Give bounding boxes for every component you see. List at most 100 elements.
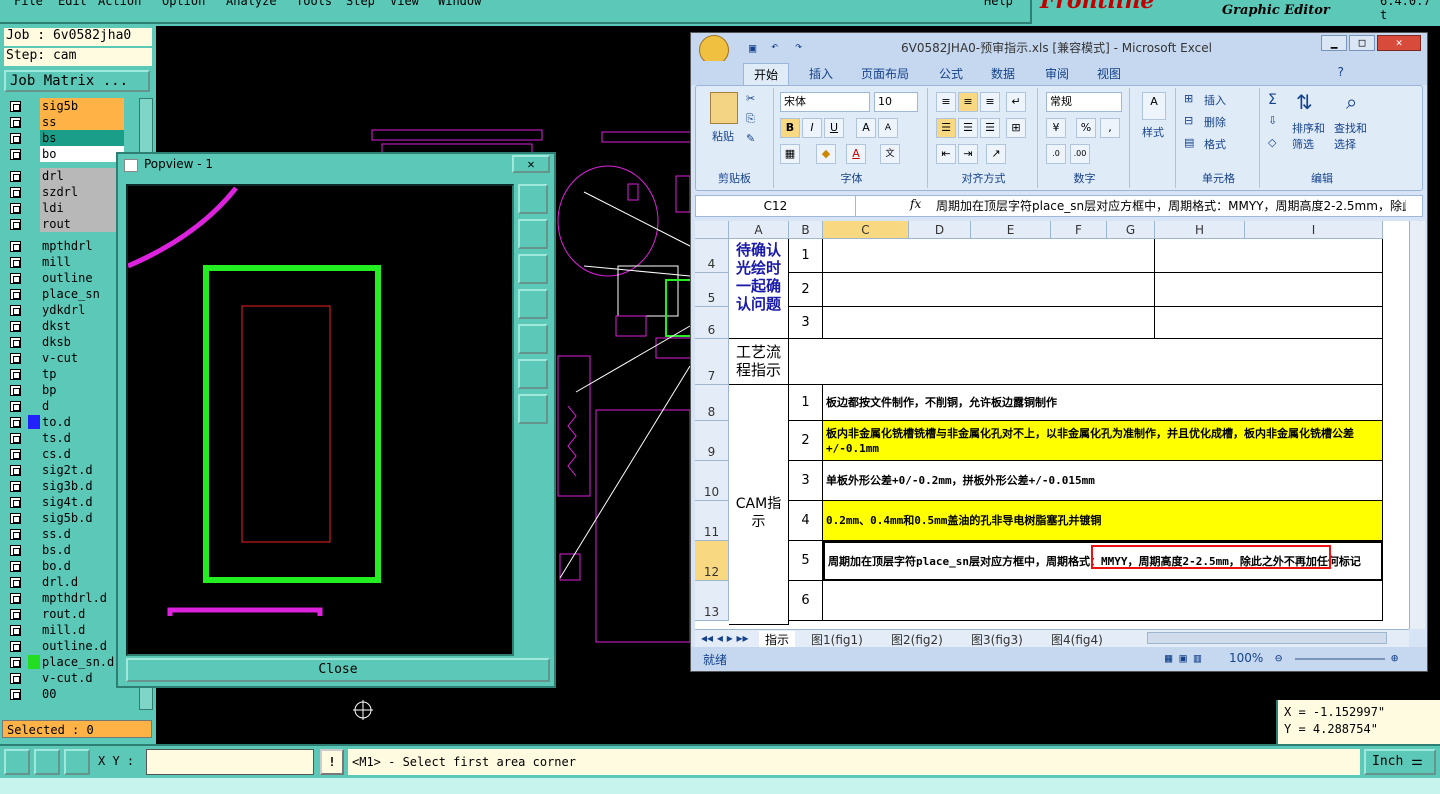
wrap-text-icon[interactable]: ↵ <box>1006 92 1026 112</box>
layer-name[interactable]: bs <box>40 130 124 146</box>
row-header[interactable]: 10 <box>695 461 729 501</box>
units-select[interactable]: Inch ⚌ <box>1364 749 1436 775</box>
tab-data[interactable]: 数据 <box>991 65 1015 82</box>
italic-icon[interactable]: I <box>802 118 822 138</box>
delete-cells-label[interactable]: 删除 <box>1204 114 1226 130</box>
table-cell[interactable] <box>789 339 1383 385</box>
zoom-level[interactable]: 100% <box>1229 651 1263 665</box>
zoom-out-icon[interactable]: ⊖ <box>1275 651 1282 665</box>
pan-down-icon[interactable] <box>518 254 548 284</box>
instruction-cell[interactable]: 单板外形公差+0/-0.2mm，拼板外形公差+/-0.015mm <box>823 461 1383 501</box>
zoom-in-icon[interactable]: ⊕ <box>1391 651 1398 665</box>
align-middle-icon[interactable]: ≡ <box>958 92 978 112</box>
fill-icon[interactable]: ⇩ <box>1268 114 1277 127</box>
row-header[interactable]: 13 <box>695 581 729 621</box>
layer-name[interactable]: 00 <box>40 686 124 702</box>
menu-tools[interactable]: Tools <box>296 0 332 8</box>
row-header[interactable]: 4 <box>695 239 729 273</box>
layer-checkbox[interactable] <box>10 203 21 214</box>
popview-close-button[interactable]: Close <box>126 658 550 682</box>
font-size-select[interactable]: 10 <box>874 92 918 112</box>
snap-grid-icon[interactable] <box>64 749 90 775</box>
layer-checkbox[interactable] <box>10 369 21 380</box>
layer-checkbox[interactable] <box>10 561 21 572</box>
row-header[interactable]: 12 <box>695 541 729 581</box>
row-header[interactable]: 7 <box>695 339 729 385</box>
layer-checkbox[interactable] <box>10 641 21 652</box>
increase-decimal-icon[interactable]: .0 <box>1046 144 1066 164</box>
layer-name[interactable]: place_sn <box>40 286 124 302</box>
tab-page-layout[interactable]: 页面布局 <box>861 65 909 82</box>
phonetic-icon[interactable]: 文 <box>880 144 900 164</box>
number-format-select[interactable]: 常规 <box>1046 92 1122 112</box>
layer-checkbox[interactable] <box>10 117 21 128</box>
quick-access-redo-icon[interactable]: ↷ <box>795 39 802 53</box>
select-all-corner[interactable] <box>695 221 729 239</box>
sort-filter-label-2[interactable]: 筛选 <box>1292 136 1314 152</box>
merge-center-icon[interactable]: ⊞ <box>1006 118 1026 138</box>
sheet-tab-fig2[interactable]: 图2(fig2) <box>891 631 943 648</box>
shrink-font-icon[interactable]: A <box>878 118 898 138</box>
align-bottom-icon[interactable]: ≡ <box>980 92 1000 112</box>
layer-name[interactable]: bs.d <box>40 542 124 558</box>
layer-name[interactable]: ss <box>40 114 124 130</box>
zoom-fit-icon[interactable] <box>518 184 548 214</box>
layer-checkbox[interactable] <box>10 187 21 198</box>
layer-name[interactable]: outline <box>40 270 124 286</box>
increase-indent-icon[interactable]: ⇥ <box>958 144 978 164</box>
format-painter-icon[interactable]: ✎ <box>746 132 755 145</box>
layer-name[interactable]: mill <box>40 254 124 270</box>
table-cell[interactable] <box>1155 239 1383 273</box>
layer-checkbox[interactable] <box>10 465 21 476</box>
view-buttons-icon[interactable]: ▦ ▣ ▥ <box>1165 651 1201 665</box>
decrease-indent-icon[interactable]: ⇤ <box>936 144 956 164</box>
layer-checkbox[interactable] <box>10 219 21 230</box>
zoom-out-icon[interactable] <box>518 394 548 424</box>
sheet-tab-fig4[interactable]: 图4(fig4) <box>1051 631 1103 648</box>
row-header[interactable]: 9 <box>695 421 729 461</box>
copy-icon[interactable]: ⎘ <box>746 112 755 126</box>
menu-step[interactable]: Step <box>346 0 375 8</box>
table-cell[interactable] <box>823 273 1155 307</box>
borders-icon[interactable]: ▦ <box>780 144 800 164</box>
styles-icon[interactable]: A <box>1142 92 1166 120</box>
layer-checkbox[interactable] <box>10 385 21 396</box>
pan-left-icon[interactable] <box>518 289 548 319</box>
layer-checkbox[interactable] <box>10 433 21 444</box>
sheet-tab-instructions[interactable]: 指示 <box>759 631 796 648</box>
sheet-tab-fig1[interactable]: 图1(fig1) <box>811 631 863 648</box>
zoom-in-icon[interactable] <box>518 359 548 389</box>
layer-row[interactable]: sig5b <box>4 98 138 114</box>
layer-name[interactable]: v-cut.d <box>40 670 124 686</box>
quick-access-undo-icon[interactable]: ↶ <box>771 39 778 53</box>
window-close-icon[interactable]: ✕ <box>1377 35 1421 51</box>
layer-checkbox[interactable] <box>10 401 21 412</box>
instruction-cell[interactable]: 0.2mm、0.4mm和0.5mm盖油的孔非导电树脂塞孔并镀铜 <box>823 501 1383 541</box>
measure-icon[interactable] <box>34 749 60 775</box>
column-header[interactable]: E <box>971 221 1051 239</box>
layer-checkbox[interactable] <box>10 673 21 684</box>
tab-review[interactable]: 审阅 <box>1045 65 1069 82</box>
instruction-cell[interactable]: 板内非金属化铣槽铣槽与非金属化孔对不上，以非金属化孔为准制作，并且优化成槽，板内… <box>823 421 1383 461</box>
row-header[interactable]: 6 <box>695 307 729 339</box>
orientation-icon[interactable]: ↗ <box>986 144 1006 164</box>
pan-up-icon[interactable] <box>518 219 548 249</box>
column-header[interactable]: F <box>1051 221 1107 239</box>
menu-view[interactable]: View <box>390 0 419 8</box>
table-cell[interactable] <box>823 307 1155 339</box>
column-header[interactable]: G <box>1107 221 1155 239</box>
layer-name[interactable]: szdrl <box>40 184 124 200</box>
zoom-area-icon[interactable] <box>4 749 30 775</box>
layer-name[interactable]: mill.d <box>40 622 124 638</box>
layer-checkbox[interactable] <box>10 497 21 508</box>
instruction-cell[interactable] <box>823 581 1383 621</box>
column-header[interactable]: B <box>789 221 823 239</box>
xy-input[interactable] <box>146 749 314 775</box>
accounting-format-icon[interactable]: ¥ <box>1046 118 1066 138</box>
worksheet-grid[interactable]: A B C D E F G H I 4 5 6 7 8 9 10 11 12 13 待确认光绘时一起确认问题 工艺流程指… <box>695 221 1409 629</box>
help-icon[interactable]: ? <box>1337 65 1344 79</box>
layer-name[interactable]: sig2t.d <box>40 462 124 478</box>
popview-close-x-button[interactable]: ✕ <box>512 155 550 173</box>
layer-row[interactable]: 00 <box>4 686 138 702</box>
find-select-label-2[interactable]: 选择 <box>1334 136 1356 152</box>
